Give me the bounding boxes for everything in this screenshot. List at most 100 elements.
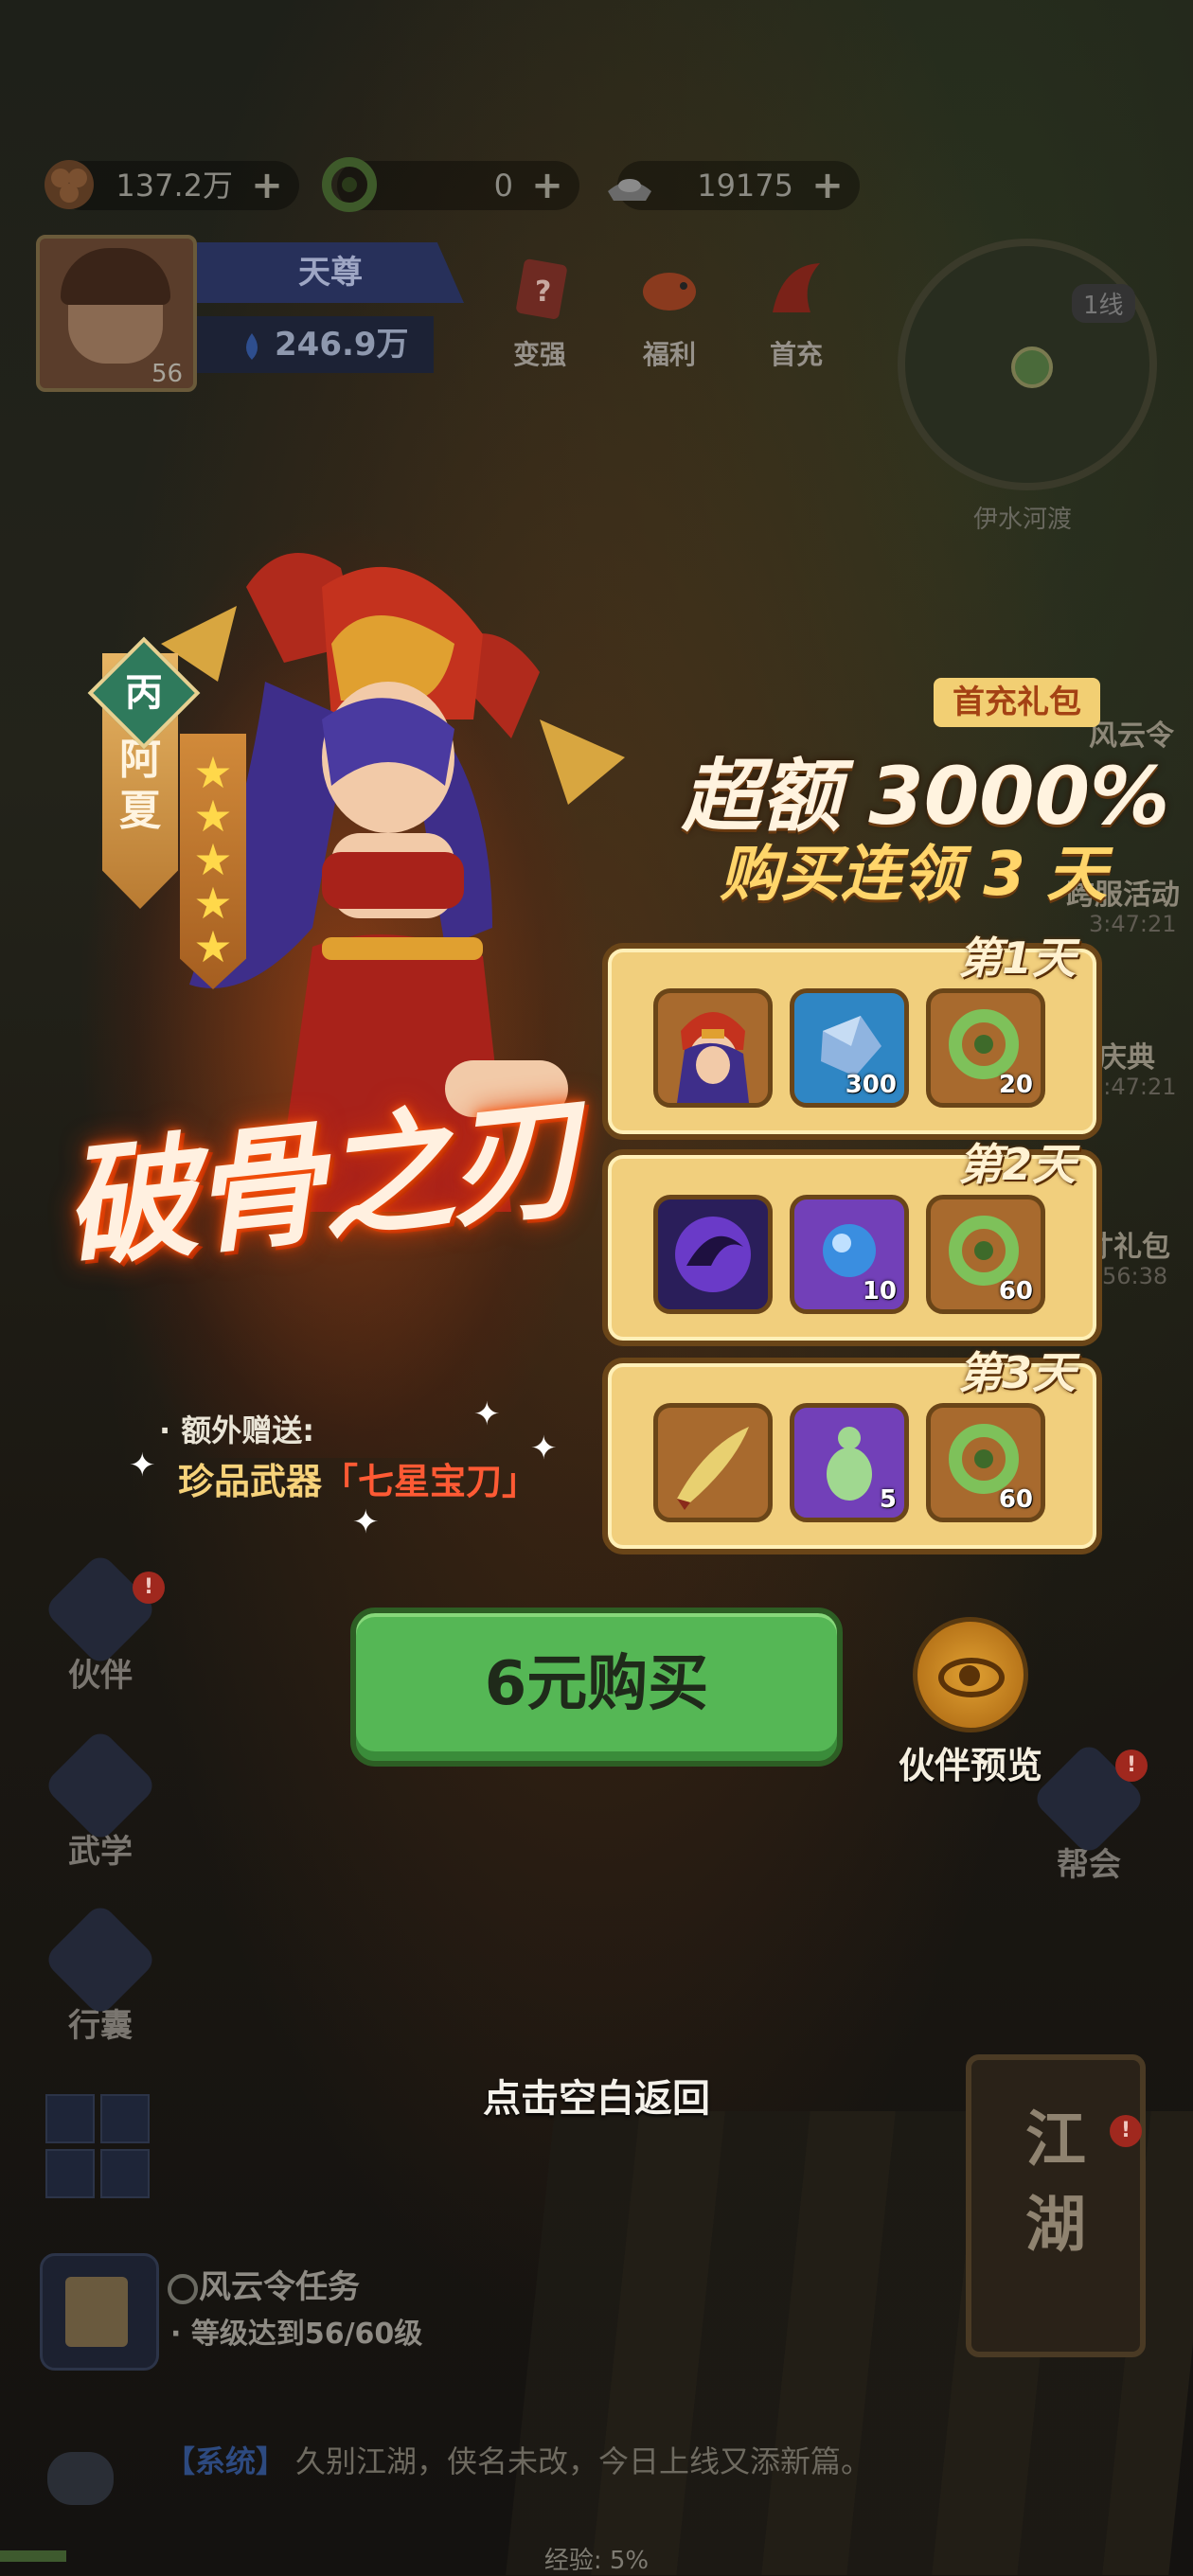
eye-icon bbox=[913, 1617, 1028, 1732]
day-1-label: 第1天 bbox=[957, 933, 1076, 984]
reward-qty: 10 bbox=[862, 1277, 897, 1306]
sparkle-icon: ✦ bbox=[530, 1430, 558, 1467]
currency-jade-value: 0 bbox=[493, 168, 513, 204]
menu-upgrade[interactable]: ? 变强 bbox=[488, 256, 592, 372]
system-message: 【系统】 久别江湖，侠名未改，今日上线又添新篇。 bbox=[165, 2438, 871, 2481]
menu-first-charge-label: 首充 bbox=[769, 339, 823, 370]
bonus-reward: 珍品武器「七星宝刀」 bbox=[178, 1452, 538, 1504]
task-description: · 等级达到56/60级 bbox=[170, 2318, 423, 2351]
gift-fish-icon bbox=[643, 273, 696, 311]
purple-swirl-icon bbox=[675, 1217, 751, 1292]
player-power-value: 246.9万 bbox=[275, 326, 409, 364]
reward-blue-crystal[interactable]: 300 bbox=[790, 988, 909, 1108]
partner-preview-button[interactable]: 伙伴预览 bbox=[890, 1617, 1051, 1788]
star-icon: ★ bbox=[193, 791, 233, 842]
system-tag: 【系统】 bbox=[165, 2443, 287, 2479]
player-power: 246.9万 bbox=[197, 316, 434, 373]
add-copper-button[interactable]: + bbox=[248, 161, 286, 210]
bonus-prefix: 珍品武器 bbox=[178, 1461, 323, 1502]
player-title[interactable]: 天尊 bbox=[197, 242, 464, 303]
buy-button[interactable]: 6元购买 bbox=[350, 1608, 843, 1767]
water-drop-icon bbox=[246, 332, 258, 360]
reward-jade-ring[interactable]: 20 bbox=[926, 988, 1045, 1108]
avatar-hair bbox=[61, 248, 170, 305]
reward-hero-portrait[interactable] bbox=[653, 988, 773, 1108]
promo-subline: 购买连领 3 天 bbox=[720, 840, 1108, 910]
add-jade-button[interactable]: + bbox=[528, 161, 566, 210]
event-cross-server-timer: 3:47:21 bbox=[1089, 911, 1177, 937]
event-celebration[interactable]: 庆典 bbox=[1098, 1034, 1155, 1075]
day-2-rewards: 第2天 10 60 bbox=[602, 1139, 1102, 1346]
hero-star-rating: ★ ★ ★ ★ ★ bbox=[180, 734, 246, 989]
reward-purple-swirl[interactable] bbox=[653, 1195, 773, 1314]
copper-coin-icon bbox=[45, 160, 94, 209]
menu-welfare[interactable]: 福利 bbox=[617, 256, 721, 372]
reward-jade-ring[interactable]: 60 bbox=[926, 1195, 1045, 1314]
nav-inventory[interactable]: 行囊 bbox=[34, 1901, 167, 2046]
reward-seven-star-blade[interactable] bbox=[653, 1403, 773, 1522]
task-title-text: 风云令任务 bbox=[199, 2268, 360, 2306]
sparkle-icon: ✦ bbox=[473, 1395, 501, 1433]
currency-copper: 137.2万 + bbox=[45, 160, 299, 210]
day-2-label: 第2天 bbox=[957, 1139, 1076, 1190]
jade-ring-icon bbox=[322, 157, 377, 212]
menu-welfare-label: 福利 bbox=[642, 339, 696, 370]
minimap[interactable] bbox=[898, 239, 1157, 490]
menu-upgrade-label: 变强 bbox=[512, 339, 566, 370]
star-icon: ★ bbox=[193, 747, 233, 798]
event-celebration-label: 庆典 bbox=[1098, 1041, 1155, 1075]
jianghu-char-2: 湖 bbox=[1025, 2191, 1086, 2261]
system-text: 久别江湖，侠名未改，今日上线又添新篇。 bbox=[295, 2443, 872, 2479]
player-title-text: 天尊 bbox=[298, 254, 363, 292]
partner-preview-label: 伙伴预览 bbox=[898, 1745, 1042, 1786]
hero-portrait-icon bbox=[677, 1012, 749, 1103]
reward-qty: 60 bbox=[998, 1485, 1033, 1514]
reward-qty: 5 bbox=[879, 1485, 897, 1514]
player-marker-icon bbox=[1011, 346, 1053, 388]
reward-green-gourd[interactable]: 5 bbox=[790, 1403, 909, 1522]
star-icon: ★ bbox=[193, 834, 233, 885]
currency-jade: 0 + bbox=[322, 157, 579, 212]
day-3-label: 第3天 bbox=[957, 1347, 1076, 1398]
task-title[interactable]: 风云令任务 bbox=[167, 2261, 360, 2307]
map-location: 伊水河渡 bbox=[972, 506, 1072, 534]
fengyun-token-icon bbox=[168, 2273, 198, 2304]
svg-text:?: ? bbox=[535, 275, 551, 309]
currency-silver: 19175 + bbox=[608, 161, 860, 210]
player-level: 56 bbox=[151, 360, 184, 388]
day-1-rewards: 第1天 300 20 bbox=[602, 933, 1102, 1140]
star-icon: ★ bbox=[193, 921, 233, 972]
partners-alert-badge: ! bbox=[133, 1572, 165, 1604]
add-silver-button[interactable]: + bbox=[809, 161, 846, 210]
chat-icon[interactable] bbox=[47, 2452, 114, 2505]
first-charge-icon bbox=[773, 263, 820, 312]
hero-grade: 丙 bbox=[125, 671, 163, 715]
reward-qty: 60 bbox=[998, 1277, 1033, 1306]
guild-alert-badge: ! bbox=[1115, 1750, 1148, 1782]
hero-name-char-2: 夏 bbox=[119, 787, 161, 835]
reward-qty: 300 bbox=[845, 1071, 897, 1099]
upgrade-book-icon: ? bbox=[516, 258, 567, 319]
bonus-item: 「七星宝刀」 bbox=[322, 1461, 539, 1502]
reward-spirit-orb[interactable]: 10 bbox=[790, 1195, 909, 1314]
nav-martial-arts[interactable]: 武学 bbox=[34, 1727, 167, 1872]
server-line-label: 1线 bbox=[1083, 292, 1124, 320]
reward-jade-ring[interactable]: 60 bbox=[926, 1403, 1045, 1522]
task-document-icon bbox=[65, 2277, 128, 2347]
server-line-button[interactable]: 1线 bbox=[1072, 284, 1135, 323]
sparkle-icon: ✦ bbox=[352, 1503, 380, 1541]
bonus-label: · 额外赠送: bbox=[159, 1412, 315, 1448]
sparkle-icon: ✦ bbox=[129, 1447, 156, 1484]
tap-to-close-hint: 点击空白返回 bbox=[483, 2077, 710, 2121]
currency-copper-value: 137.2万 bbox=[116, 168, 233, 204]
star-icon: ★ bbox=[193, 878, 233, 929]
seven-star-blade-icon bbox=[677, 1427, 749, 1510]
exp-label: 经验: 5% bbox=[543, 2547, 650, 2575]
first-charge-badge: 首充礼包 bbox=[934, 678, 1100, 727]
silver-ingot-icon bbox=[608, 179, 651, 201]
reward-qty: 20 bbox=[998, 1071, 1033, 1099]
menu-first-charge[interactable]: 首充 bbox=[744, 256, 848, 372]
currency-silver-value: 19175 bbox=[697, 168, 793, 204]
day-3-rewards: 第3天 5 60 bbox=[602, 1347, 1102, 1554]
task-button[interactable] bbox=[40, 2253, 159, 2371]
